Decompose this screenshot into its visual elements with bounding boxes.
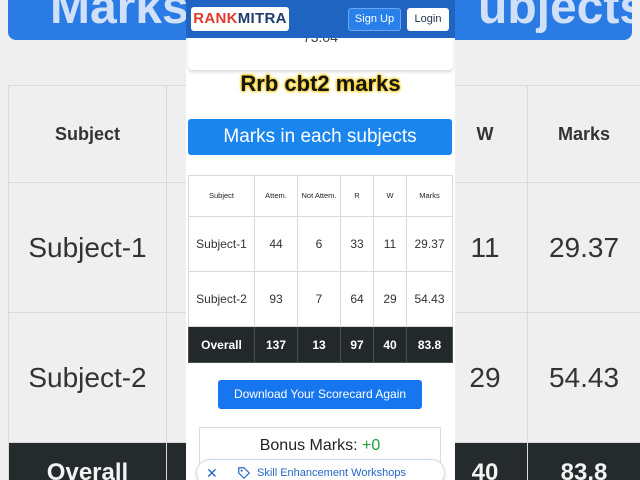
bg-header-marks: Marks [527,85,640,183]
bg-row-w: 11 [442,182,528,313]
total-not-attempted: 13 [297,326,341,363]
close-icon[interactable]: ✕ [206,464,218,480]
total-wrong: 40 [373,326,407,363]
col-header-wrong: W [373,175,407,217]
bg-row-w: 29 [442,312,528,443]
cell-not-attempted: 7 [297,271,341,327]
promo-banner[interactable]: ✕ Skill Enhancement Workshops [196,459,445,480]
signup-button[interactable]: Sign Up [348,8,401,31]
cell-wrong: 29 [373,271,407,327]
col-header-marks: Marks [406,175,453,217]
cell-subject: Subject-2 [188,271,255,327]
marks-table: Subject Attem. Not Attem. R W Marks Subj… [188,175,453,363]
total-label: Overall [188,326,255,363]
tag-icon [238,467,250,479]
cell-marks: 54.43 [406,271,453,327]
total-attempted: 137 [254,326,298,363]
logo-rank-text: RANK [193,10,238,27]
promo-banner-text[interactable]: Skill Enhancement Workshops [257,464,406,480]
table-row: Subject-2 93 7 64 29 54.43 [188,271,453,327]
bg-banner-left-text: Marks [50,0,189,34]
top-navbar: RANKMITRA Sign Up Login [186,0,455,38]
phone-page: 73.04 RANKMITRA Sign Up Login Rrb cbt2 m… [186,0,455,480]
bg-header-w: W [442,85,528,183]
page-title: Rrb cbt2 marks [240,71,401,96]
bonus-marks-text: Bonus Marks: +0 [200,436,440,456]
rankmitra-logo[interactable]: RANKMITRA [191,7,289,31]
cell-wrong: 11 [373,216,407,272]
col-header-attempted: Attem. [254,175,298,217]
cell-not-attempted: 6 [297,216,341,272]
bg-row-subject: Subject-1 [8,182,167,313]
logo-mitra-text: MITRA [237,10,287,27]
bg-header-subject: Subject [8,85,167,183]
download-scorecard-button[interactable]: Download Your Scorecard Again [218,380,422,409]
cell-marks: 29.37 [406,216,453,272]
cell-attempted: 44 [254,216,298,272]
cell-right: 33 [340,216,374,272]
bonus-marks-value: +0 [362,437,381,454]
bg-row-subject: Subject-2 [8,312,167,443]
bg-row-marks: 54.43 [527,312,640,443]
col-header-right: R [340,175,374,217]
table-row: Subject-1 44 6 33 11 29.37 [188,216,453,272]
cell-right: 64 [340,271,374,327]
cell-subject: Subject-1 [188,216,255,272]
col-header-not-attempted: Not Attem. [297,175,341,217]
bg-total-marks: 83.8 [527,442,640,480]
bg-banner-right-text: ubjects [478,0,632,34]
total-marks: 83.8 [406,326,453,363]
cell-attempted: 93 [254,271,298,327]
bg-row-marks: 29.37 [527,182,640,313]
total-right: 97 [340,326,374,363]
table-header-row: Subject Attem. Not Attem. R W Marks [188,175,453,217]
col-header-subject: Subject [188,175,255,217]
bg-total-w: 40 [442,442,528,480]
bg-total-label: Overall [8,442,167,480]
table-total-row: Overall 137 13 97 40 83.8 [188,326,453,363]
bonus-marks-label: Bonus Marks: [259,437,358,454]
login-button[interactable]: Login [407,8,449,31]
section-title-bar: Marks in each subjects [188,119,452,155]
